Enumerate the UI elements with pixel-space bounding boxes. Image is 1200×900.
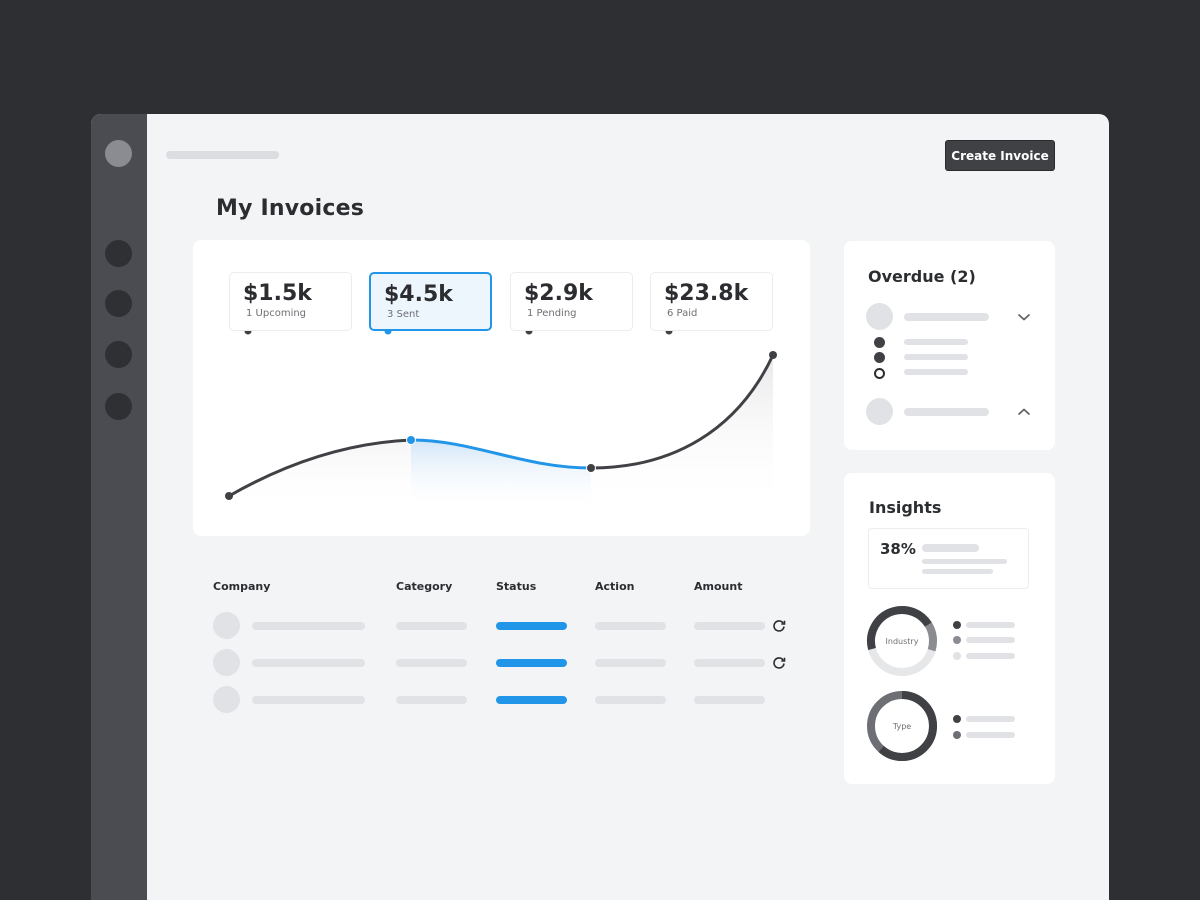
- chart-point: [769, 351, 777, 359]
- chart-area-right: [591, 355, 773, 510]
- timeline-dot: [874, 337, 885, 348]
- company-avatar: [213, 649, 240, 676]
- sidebar: [91, 114, 147, 900]
- company-name-placeholder: [252, 622, 365, 630]
- overdue-title: Overdue (2): [868, 267, 976, 286]
- stat-upcoming[interactable]: $1.5k 1 Upcoming: [229, 272, 352, 331]
- legend-placeholder: [966, 622, 1015, 628]
- timeline-placeholder: [904, 369, 968, 375]
- insights-title: Insights: [869, 498, 942, 517]
- timeline-dot: [874, 352, 885, 363]
- timeline-dot-pending: [874, 368, 885, 379]
- legend-dot: [953, 731, 961, 739]
- status-bar: [496, 659, 567, 667]
- main-content: Create Invoice My Invoices $1.5k 1 Upcom…: [147, 114, 1109, 900]
- refresh-icon[interactable]: [772, 619, 786, 633]
- page-title: My Invoices: [216, 196, 364, 221]
- chart-point-sent: [406, 435, 416, 445]
- amount-placeholder: [694, 659, 765, 667]
- category-placeholder: [396, 622, 467, 630]
- amount-placeholder: [694, 622, 765, 630]
- legend-dot: [953, 715, 961, 723]
- status-bar: [496, 696, 567, 704]
- company-avatar: [213, 686, 240, 713]
- sidebar-item-2[interactable]: [105, 290, 132, 317]
- chart-point: [225, 492, 233, 500]
- legend-placeholder: [966, 637, 1015, 643]
- legend-dot: [953, 652, 961, 660]
- breadcrumb-placeholder: [166, 151, 279, 159]
- stat-value: $4.5k: [384, 282, 453, 307]
- legend-placeholder: [966, 653, 1015, 659]
- invoice-summary-card: $1.5k 1 Upcoming $4.5k 3 Sent $2.9k 1 Pe…: [193, 240, 810, 536]
- chevron-down-icon[interactable]: [1017, 312, 1031, 322]
- user-avatar[interactable]: [105, 140, 132, 167]
- sidebar-item-4[interactable]: [105, 393, 132, 420]
- stat-value: $23.8k: [664, 281, 749, 306]
- type-donut-label: Type: [892, 722, 911, 731]
- legend-placeholder: [966, 732, 1015, 738]
- status-bar: [496, 622, 567, 630]
- legend-placeholder: [966, 716, 1015, 722]
- chart-area-sent: [411, 440, 591, 510]
- company-avatar: [213, 612, 240, 639]
- company-name-placeholder: [252, 659, 365, 667]
- stat-paid[interactable]: $23.8k 6 Paid: [650, 272, 773, 331]
- industry-donut-chart: Industry: [867, 606, 937, 676]
- column-header-category[interactable]: Category: [396, 580, 452, 593]
- insight-percent: 38%: [880, 540, 916, 558]
- column-header-action[interactable]: Action: [595, 580, 634, 593]
- refresh-icon[interactable]: [772, 656, 786, 670]
- overdue-name-placeholder: [904, 408, 989, 416]
- overdue-avatar: [866, 398, 893, 425]
- stat-label: 1 Upcoming: [246, 308, 307, 319]
- stat-sent[interactable]: $4.5k 3 Sent: [369, 272, 492, 331]
- insights-card: Insights 38% Industry Type: [844, 473, 1055, 784]
- column-header-status[interactable]: Status: [496, 580, 536, 593]
- legend-dot: [953, 621, 961, 629]
- app-window: Create Invoice My Invoices $1.5k 1 Upcom…: [91, 114, 1109, 900]
- sidebar-item-3[interactable]: [105, 341, 132, 368]
- chevron-up-icon[interactable]: [1017, 407, 1031, 417]
- overdue-name-placeholder: [904, 313, 989, 321]
- stat-label: 6 Paid: [667, 308, 698, 319]
- timeline-placeholder: [904, 354, 968, 360]
- insight-percent-box: 38%: [868, 528, 1029, 589]
- stat-value: $1.5k: [243, 281, 312, 306]
- insight-placeholder: [922, 559, 1007, 564]
- stat-label: 3 Sent: [387, 309, 420, 320]
- overdue-avatar: [866, 303, 893, 330]
- action-placeholder: [595, 622, 666, 630]
- column-header-amount[interactable]: Amount: [694, 580, 742, 593]
- stat-pending[interactable]: $2.9k 1 Pending: [510, 272, 633, 331]
- type-donut-chart: Type: [867, 691, 937, 761]
- insight-placeholder: [922, 544, 979, 552]
- sidebar-item-1[interactable]: [105, 240, 132, 267]
- amount-placeholder: [694, 696, 765, 704]
- create-invoice-button[interactable]: Create Invoice: [945, 140, 1055, 171]
- action-placeholder: [595, 696, 666, 704]
- category-placeholder: [396, 696, 467, 704]
- action-placeholder: [595, 659, 666, 667]
- overdue-card: Overdue (2): [844, 241, 1055, 450]
- category-placeholder: [396, 659, 467, 667]
- timeline-placeholder: [904, 339, 968, 345]
- company-name-placeholder: [252, 696, 365, 704]
- insight-placeholder: [922, 569, 993, 574]
- chart-area-left: [229, 440, 411, 510]
- legend-dot: [953, 636, 961, 644]
- industry-donut-label: Industry: [886, 637, 919, 646]
- stat-value: $2.9k: [524, 281, 593, 306]
- chart-point: [586, 463, 596, 473]
- stat-label: 1 Pending: [527, 308, 577, 319]
- column-header-company[interactable]: Company: [213, 580, 270, 593]
